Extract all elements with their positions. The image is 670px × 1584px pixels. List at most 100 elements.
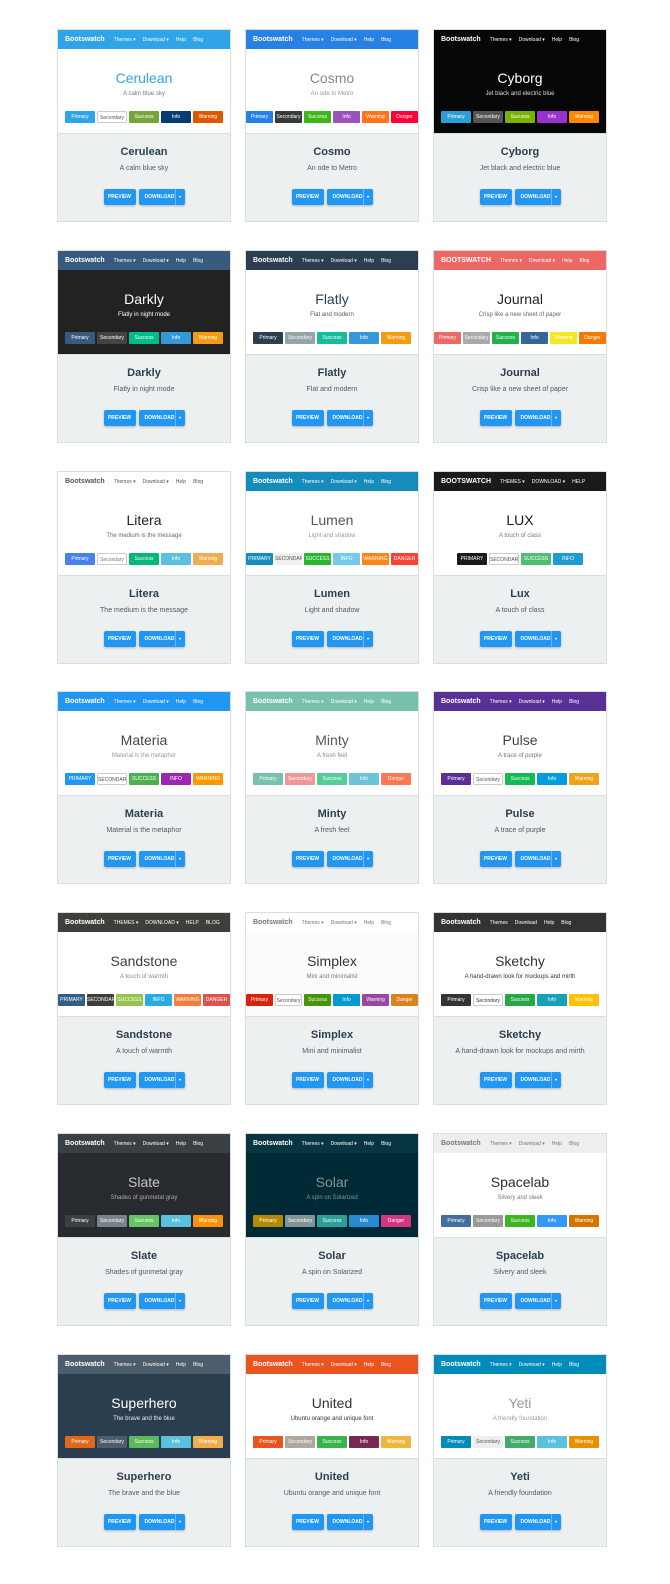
preview-button[interactable]: PREVIEW <box>479 410 512 426</box>
download-button[interactable]: DOWNLOAD ▾ <box>138 631 185 647</box>
download-button[interactable]: DOWNLOAD ▾ <box>514 1293 561 1309</box>
theme-preview[interactable]: Bootswatch Themes Download Help Blog Sketchy… <box>434 913 606 1017</box>
preview-button[interactable]: PREVIEW <box>103 1514 136 1530</box>
preview-button[interactable]: PREVIEW <box>291 410 324 426</box>
caret-down-icon[interactable]: ▾ <box>362 1072 373 1088</box>
theme-preview[interactable]: Bootswatch Themes ▾ Download ▾ Help Blog Spa… <box>434 1134 606 1238</box>
preview-button[interactable]: PREVIEW <box>291 851 324 867</box>
theme-preview[interactable]: Bootswatch Themes ▾ Download ▾ Help Blog Dar… <box>58 251 230 355</box>
download-button[interactable]: DOWNLOAD ▾ <box>326 851 373 867</box>
preview-button[interactable]: PREVIEW <box>103 1072 136 1088</box>
download-button[interactable]: DOWNLOAD ▾ <box>514 851 561 867</box>
theme-preview[interactable]: Bootswatch Themes ▾ Download ▾ Help Blog Sup… <box>58 1355 230 1459</box>
theme-description: A spin on Solarized <box>302 1269 362 1276</box>
download-button[interactable]: DOWNLOAD ▾ <box>138 1072 185 1088</box>
download-button[interactable]: DOWNLOAD ▾ <box>138 410 185 426</box>
preview-subtitle: The medium is the message <box>106 533 182 539</box>
caret-down-icon[interactable]: ▾ <box>550 410 561 426</box>
theme-preview[interactable]: Bootswatch Themes ▾ Download ▾ Help Blog Yet… <box>434 1355 606 1459</box>
preview-button[interactable]: PREVIEW <box>479 631 512 647</box>
download-button[interactable]: DOWNLOAD ▾ <box>326 189 373 205</box>
preview-button[interactable]: PREVIEW <box>291 1293 324 1309</box>
preview-subtitle: Flatly in night mode <box>117 312 171 318</box>
preview-button[interactable]: PREVIEW <box>291 1072 324 1088</box>
download-button[interactable]: DOWNLOAD ▾ <box>326 1072 373 1088</box>
theme-preview[interactable]: Bootswatch THEMES ▾ DOWNLOAD ▾ HELP BLOG San… <box>58 913 230 1017</box>
theme-preview[interactable]: Bootswatch Themes ▾ Download ▾ Help Blog Mat… <box>58 692 230 796</box>
download-button[interactable]: DOWNLOAD ▾ <box>326 1293 373 1309</box>
caret-down-icon[interactable]: ▾ <box>550 631 561 647</box>
preview-button[interactable]: PREVIEW <box>291 189 324 205</box>
preview-sample-button: Info <box>161 332 191 344</box>
caret-down-icon[interactable]: ▾ <box>362 1293 373 1309</box>
download-button[interactable]: DOWNLOAD ▾ <box>514 189 561 205</box>
preview-button[interactable]: PREVIEW <box>479 851 512 867</box>
theme-actions: PREVIEW DOWNLOAD ▾ <box>58 410 230 426</box>
preview-button[interactable]: PREVIEW <box>291 631 324 647</box>
download-button[interactable]: DOWNLOAD ▾ <box>514 1072 561 1088</box>
theme-preview[interactable]: Bootswatch Themes ▾ Download ▾ Help Blog Cyb… <box>434 30 606 134</box>
theme-preview[interactable]: Bootswatch Themes ▾ Download ▾ Help Blog Uni… <box>246 1355 418 1459</box>
theme-preview[interactable]: Bootswatch Themes ▾ Download ▾ Help Blog Cer… <box>58 30 230 134</box>
theme-preview[interactable]: BOOTSWATCH Themes ▾ Download ▾ Help Blog Jou… <box>434 251 606 355</box>
preview-title: Simplex <box>307 953 357 969</box>
download-button[interactable]: DOWNLOAD ▾ <box>326 1514 373 1530</box>
preview-button[interactable]: PREVIEW <box>479 1514 512 1530</box>
preview-sample-button: Success <box>505 773 535 785</box>
preview-button[interactable]: PREVIEW <box>479 189 512 205</box>
preview-button[interactable]: PREVIEW <box>103 851 136 867</box>
theme-preview[interactable]: BOOTSWATCH THEMES ▾ DOWNLOAD ▾ HELP LUX A t… <box>434 472 606 576</box>
download-button[interactable]: DOWNLOAD ▾ <box>514 410 561 426</box>
theme-preview[interactable]: Bootswatch Themes ▾ Download ▾ Help Blog Sim… <box>246 913 418 1017</box>
download-button[interactable]: DOWNLOAD ▾ <box>514 1514 561 1530</box>
caret-down-icon[interactable]: ▾ <box>550 1072 561 1088</box>
caret-down-icon[interactable]: ▾ <box>362 851 373 867</box>
caret-down-icon[interactable]: ▾ <box>362 631 373 647</box>
download-button[interactable]: DOWNLOAD ▾ <box>326 631 373 647</box>
theme-actions: PREVIEW DOWNLOAD ▾ <box>58 1072 230 1088</box>
preview-button[interactable]: PREVIEW <box>103 631 136 647</box>
theme-preview[interactable]: Bootswatch Themes ▾ Download ▾ Help Blog Lit… <box>58 472 230 576</box>
theme-preview[interactable]: Bootswatch Themes ▾ Download ▾ Help Blog Sol… <box>246 1134 418 1238</box>
download-button[interactable]: DOWNLOAD ▾ <box>514 631 561 647</box>
caret-down-icon[interactable]: ▾ <box>550 189 561 205</box>
theme-description: A touch of warmth <box>115 1048 173 1055</box>
caret-down-icon[interactable]: ▾ <box>362 1514 373 1530</box>
theme-preview[interactable]: Bootswatch Themes ▾ Download ▾ Help Blog Sla… <box>58 1134 230 1238</box>
preview-navbar: Bootswatch Themes ▾ Download ▾ Help Blog <box>246 251 418 270</box>
caret-down-icon[interactable]: ▾ <box>174 851 185 867</box>
preview-title: Flatly <box>315 291 349 307</box>
preview-button[interactable]: PREVIEW <box>479 1072 512 1088</box>
theme-preview[interactable]: Bootswatch Themes ▾ Download ▾ Help Blog Pul… <box>434 692 606 796</box>
preview-button[interactable]: PREVIEW <box>103 410 136 426</box>
caret-down-icon[interactable]: ▾ <box>174 189 185 205</box>
download-button[interactable]: DOWNLOAD ▾ <box>138 851 185 867</box>
caret-down-icon[interactable]: ▾ <box>174 1293 185 1309</box>
caret-down-icon[interactable]: ▾ <box>174 631 185 647</box>
theme-preview[interactable]: Bootswatch Themes ▾ Download ▾ Help Blog Cos… <box>246 30 418 134</box>
caret-down-icon[interactable]: ▾ <box>550 851 561 867</box>
preview-nav-item: Themes ▾ <box>113 1361 136 1368</box>
caret-down-icon[interactable]: ▾ <box>174 410 185 426</box>
preview-button[interactable]: PREVIEW <box>479 1293 512 1309</box>
preview-nav-item: Download ▾ <box>330 919 357 926</box>
preview-button[interactable]: PREVIEW <box>103 189 136 205</box>
theme-preview[interactable]: Bootswatch Themes ▾ Download ▾ Help Blog Fla… <box>246 251 418 355</box>
preview-button[interactable]: PREVIEW <box>291 1514 324 1530</box>
caret-down-icon[interactable]: ▾ <box>550 1514 561 1530</box>
download-button[interactable]: DOWNLOAD ▾ <box>138 1293 185 1309</box>
download-button[interactable]: DOWNLOAD ▾ <box>138 189 185 205</box>
preview-brand: Bootswatch <box>253 698 293 705</box>
download-button[interactable]: DOWNLOAD ▾ <box>326 410 373 426</box>
theme-description: Shades of gunmetal gray <box>105 1269 183 1276</box>
caret-down-icon[interactable]: ▾ <box>362 189 373 205</box>
preview-button[interactable]: PREVIEW <box>103 1293 136 1309</box>
caret-down-icon[interactable]: ▾ <box>174 1514 185 1530</box>
theme-name: Journal <box>500 367 540 379</box>
theme-preview[interactable]: Bootswatch Themes ▾ Download ▾ Help Blog Min… <box>246 692 418 796</box>
caret-down-icon[interactable]: ▾ <box>550 1293 561 1309</box>
caret-down-icon[interactable]: ▾ <box>362 410 373 426</box>
caret-down-icon[interactable]: ▾ <box>174 1072 185 1088</box>
theme-preview[interactable]: Bootswatch Themes ▾ Download ▾ Help Blog Lum… <box>246 472 418 576</box>
download-button[interactable]: DOWNLOAD ▾ <box>138 1514 185 1530</box>
